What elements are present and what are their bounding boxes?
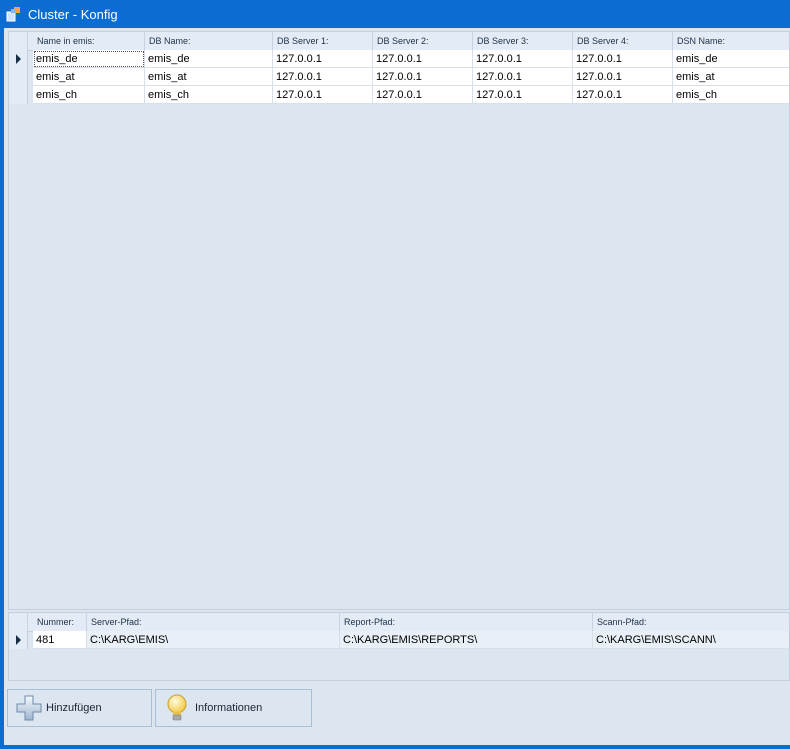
cell-db-server-1[interactable]: 127.0.0.1 — [273, 50, 373, 68]
column-header-db-name[interactable]: DB Name: — [145, 32, 273, 50]
cell-name-in-emis[interactable]: emis_at — [33, 68, 145, 86]
row-selector[interactable] — [9, 631, 28, 649]
column-header-nummer[interactable]: Nummer: — [33, 613, 87, 631]
header-corner — [9, 32, 28, 50]
table-row[interactable]: emis_ch emis_ch 127.0.0.1 127.0.0.1 127.… — [9, 86, 789, 104]
cell-db-server-4[interactable]: 127.0.0.1 — [573, 68, 673, 86]
cluster-grid-header: Name in emis: DB Name: DB Server 1: DB S… — [9, 32, 789, 51]
cell-report-pfad[interactable]: C:\KARG\EMIS\REPORTS\ — [340, 631, 593, 649]
cell-dsn-name[interactable]: emis_de — [673, 50, 789, 68]
column-header-db-server-1[interactable]: DB Server 1: — [273, 32, 373, 50]
current-row-indicator-icon — [16, 54, 21, 64]
column-header-db-server-2[interactable]: DB Server 2: — [373, 32, 473, 50]
plus-icon — [16, 695, 42, 721]
window-title: Cluster - Konfig — [28, 7, 118, 22]
lightbulb-icon — [167, 694, 187, 721]
column-header-report-pfad[interactable]: Report-Pfad: — [340, 613, 593, 631]
column-header-scann-pfad[interactable]: Scann-Pfad: — [593, 613, 789, 631]
column-header-db-server-4[interactable]: DB Server 4: — [573, 32, 673, 50]
cell-db-server-2[interactable]: 127.0.0.1 — [373, 86, 473, 104]
title-bar: Cluster - Konfig — [0, 0, 790, 28]
info-button[interactable]: Informationen — [155, 689, 312, 727]
app-icon — [6, 7, 20, 22]
info-button-label: Informationen — [195, 702, 263, 714]
path-grid[interactable]: Nummer: Server-Pfad: Report-Pfad: Scann-… — [8, 612, 790, 681]
cell-db-server-3[interactable]: 127.0.0.1 — [473, 86, 573, 104]
table-row[interactable]: 481 C:\KARG\EMIS\ C:\KARG\EMIS\REPORTS\ … — [9, 631, 789, 649]
header-corner — [9, 613, 28, 631]
row-selector[interactable] — [9, 50, 28, 68]
cell-db-server-3[interactable]: 127.0.0.1 — [473, 50, 573, 68]
add-button-label: Hinzufügen — [46, 702, 102, 714]
cell-server-pfad[interactable]: C:\KARG\EMIS\ — [87, 631, 340, 649]
cell-dsn-name[interactable]: emis_ch — [673, 86, 789, 104]
cell-db-server-2[interactable]: 127.0.0.1 — [373, 50, 473, 68]
column-header-db-server-3[interactable]: DB Server 3: — [473, 32, 573, 50]
cell-db-server-4[interactable]: 127.0.0.1 — [573, 50, 673, 68]
column-header-dsn-name[interactable]: DSN Name: — [673, 32, 789, 50]
row-selector[interactable] — [9, 86, 28, 104]
add-button[interactable]: Hinzufügen — [7, 689, 152, 727]
column-header-name-in-emis[interactable]: Name in emis: — [33, 32, 145, 50]
cell-name-in-emis[interactable]: emis_de — [33, 50, 145, 68]
table-row[interactable]: emis_at emis_at 127.0.0.1 127.0.0.1 127.… — [9, 68, 789, 86]
cell-db-server-2[interactable]: 127.0.0.1 — [373, 68, 473, 86]
cell-db-server-1[interactable]: 127.0.0.1 — [273, 68, 373, 86]
cluster-grid[interactable]: Name in emis: DB Name: DB Server 1: DB S… — [8, 31, 790, 610]
cell-db-name[interactable]: emis_de — [145, 50, 273, 68]
cell-dsn-name[interactable]: emis_at — [673, 68, 789, 86]
cell-db-name[interactable]: emis_at — [145, 68, 273, 86]
row-selector[interactable] — [9, 68, 28, 86]
cell-db-server-1[interactable]: 127.0.0.1 — [273, 86, 373, 104]
cell-db-server-4[interactable]: 127.0.0.1 — [573, 86, 673, 104]
client-area: Name in emis: DB Name: DB Server 1: DB S… — [4, 28, 790, 745]
window: Cluster - Konfig Name in emis: DB Name: … — [0, 0, 790, 749]
table-row[interactable]: emis_de emis_de 127.0.0.1 127.0.0.1 127.… — [9, 50, 789, 68]
cell-db-name[interactable]: emis_ch — [145, 86, 273, 104]
cell-scann-pfad[interactable]: C:\KARG\EMIS\SCANN\ — [593, 631, 789, 649]
cell-name-in-emis[interactable]: emis_ch — [33, 86, 145, 104]
cell-db-server-3[interactable]: 127.0.0.1 — [473, 68, 573, 86]
path-grid-header: Nummer: Server-Pfad: Report-Pfad: Scann-… — [9, 613, 789, 632]
current-row-indicator-icon — [16, 635, 21, 645]
cell-nummer[interactable]: 481 — [33, 631, 87, 649]
column-header-server-pfad[interactable]: Server-Pfad: — [87, 613, 340, 631]
